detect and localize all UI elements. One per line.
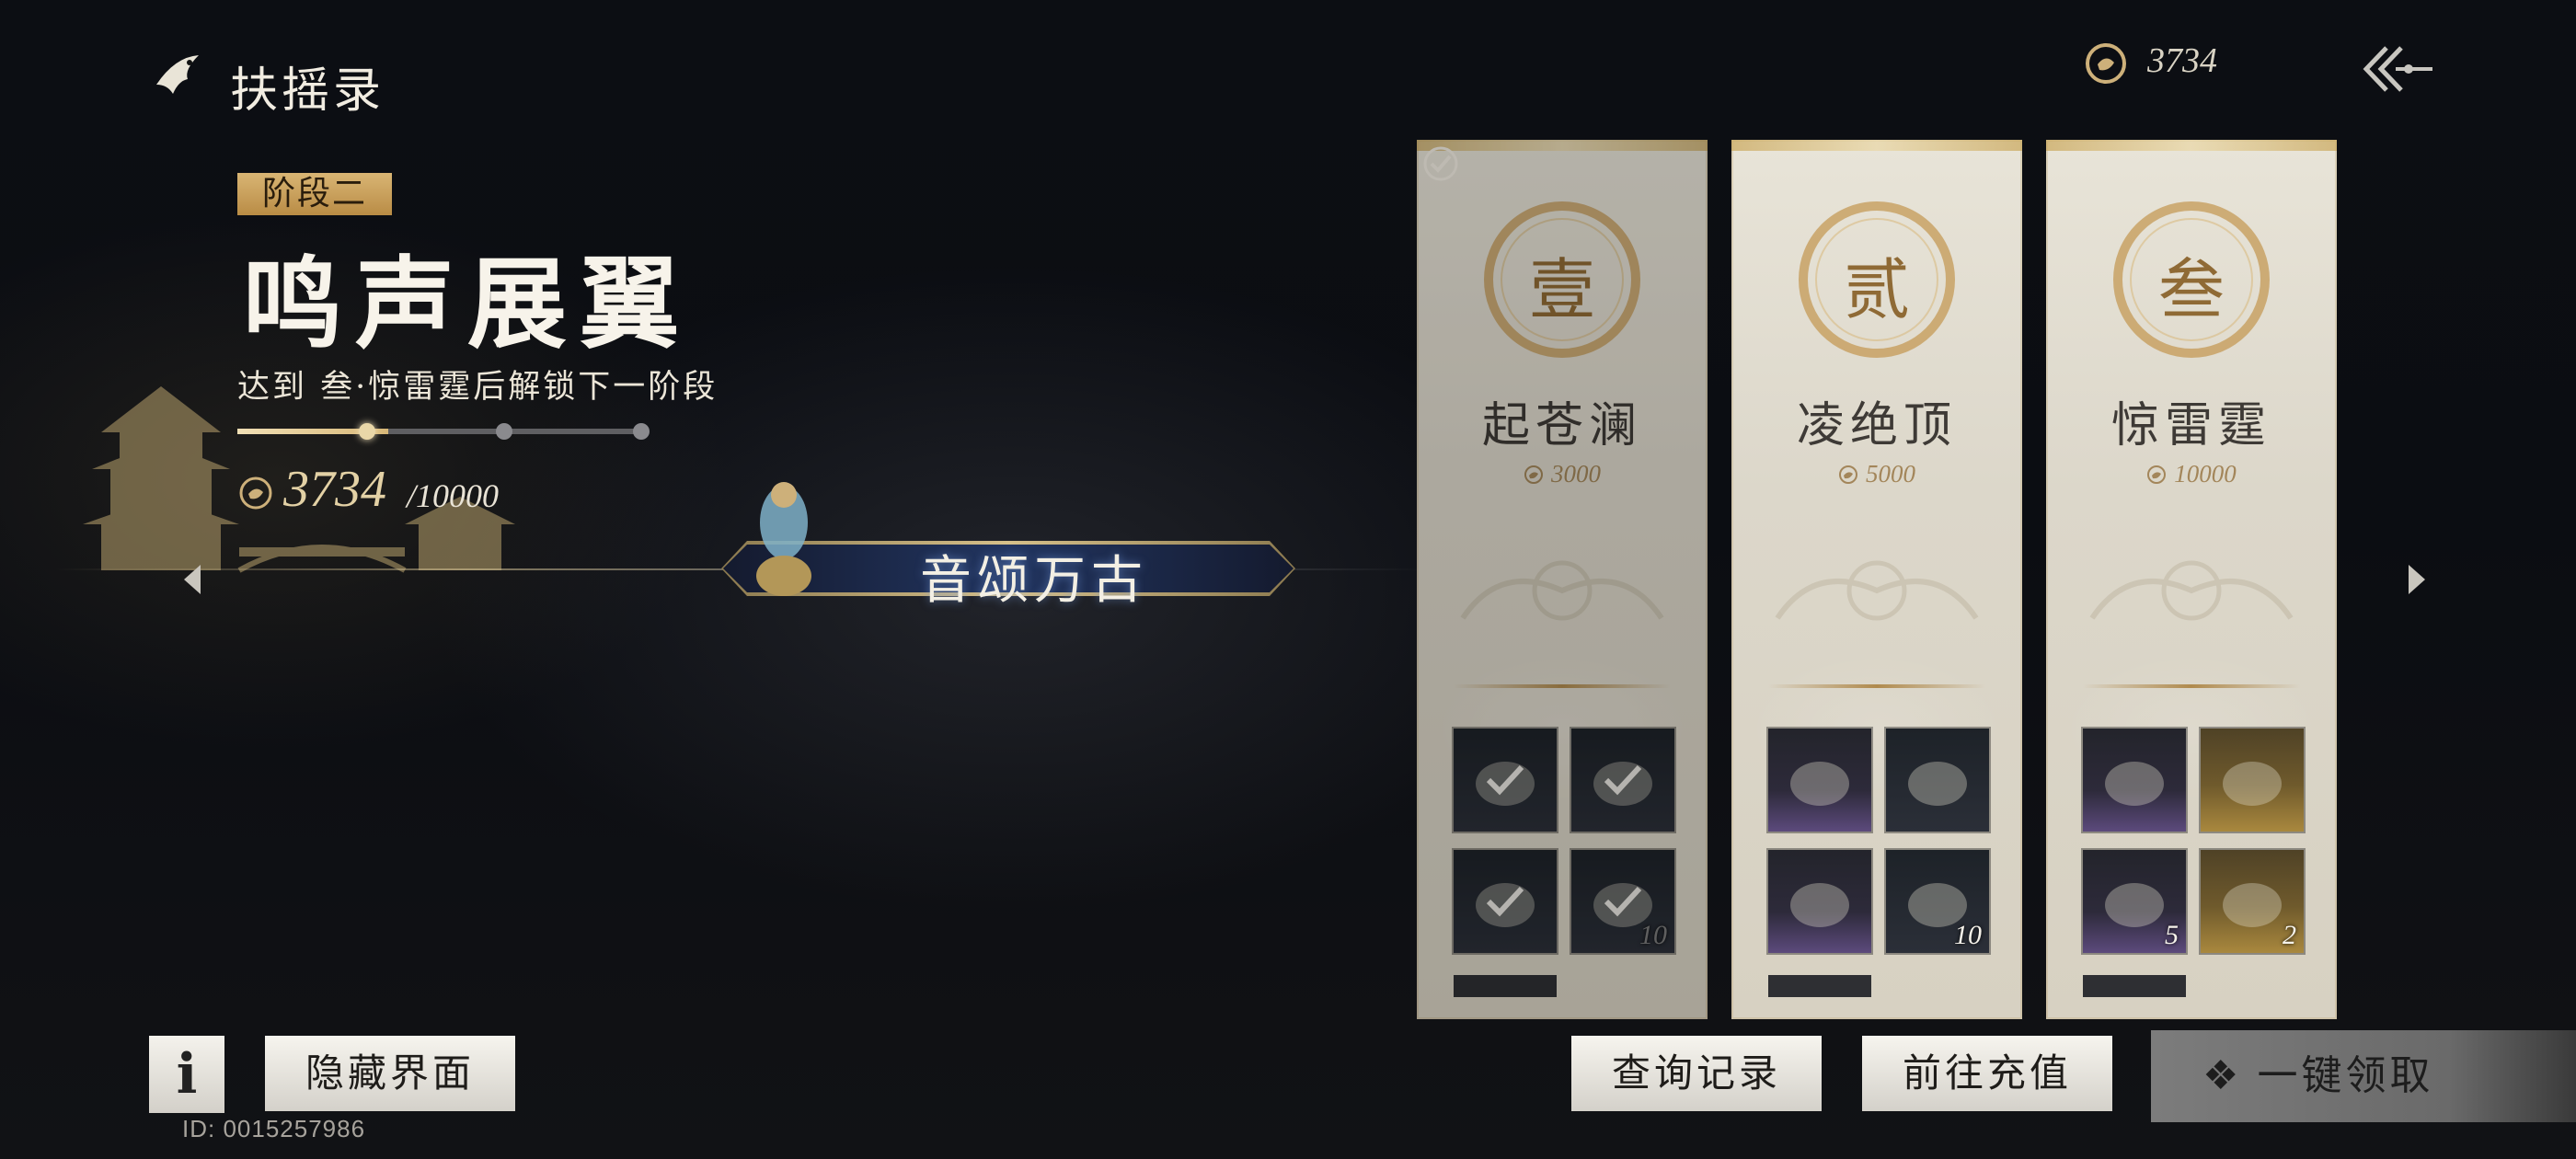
cloud-pattern-icon [1775,560,1979,621]
reward-item[interactable] [1768,850,1871,953]
card-numeral: 叁 [2157,251,2225,328]
robe-icon [1790,762,1849,806]
carousel-prev-arrow-icon[interactable] [184,565,201,594]
item-quantity: 2 [2283,920,2296,950]
reward-card-1[interactable]: 壹 起苍澜 3000 10 [1417,140,1708,1019]
featured-banner-title: 音颂万古 [920,551,1148,611]
query-records-button[interactable]: 查询记录 [1571,1036,1822,1111]
reward-item[interactable]: 2 [2201,850,2304,953]
bird-icon [156,55,199,94]
reward-item[interactable] [1454,850,1557,953]
coin-icon [2086,43,2126,84]
featured-item-figure-icon [756,482,811,596]
coin-icon [1839,465,1857,484]
reward-item[interactable]: 10 [1571,850,1674,953]
coin-icon [2147,465,2167,484]
card-cost: 5000 [1731,460,2022,488]
progress-node-3 [633,423,650,440]
points-current: 3734 [283,461,386,518]
reward-item[interactable]: 5 [2083,850,2186,953]
card-status-bar [1768,975,1871,997]
coin-icon [1524,465,1543,484]
card-numeral: 贰 [1843,251,1910,328]
info-label: i [176,1042,198,1107]
diamond-icon: ❖ [2202,1052,2243,1099]
reward-item[interactable] [2201,729,2304,832]
reward-item[interactable] [1768,729,1871,832]
stage-title: 鸣声展翼 [243,247,693,362]
back-arrow-icon[interactable] [2355,37,2434,101]
card-numeral: 壹 [1528,251,1595,328]
card-cost-value: 10000 [2174,460,2237,488]
reward-item[interactable]: 10 [1886,850,1989,953]
card-name: 凌绝顶 [1796,398,1957,453]
hide-ui-button[interactable]: 隐藏界面 [265,1036,515,1111]
go-topup-button[interactable]: 前往充值 [1862,1036,2112,1111]
card-trim [1417,140,1708,151]
stage-badge: 阶段二 [237,173,392,215]
card-cost-value: 5000 [1866,460,1915,488]
cloud-pattern-icon [2089,560,2294,621]
carousel-next-arrow-icon[interactable] [2409,565,2425,594]
card-name: 起苍澜 [1481,398,1642,453]
card-cost: 3000 [1417,460,1708,488]
claimed-check-icon [1423,146,1458,181]
coin-icon [239,476,272,510]
accessory-icon [1790,883,1849,927]
card-divider [1454,684,1671,688]
progress-node-1 [359,423,375,440]
card-cost: 10000 [2046,460,2337,488]
currency-balance: 3734 [2147,41,2217,80]
info-button[interactable]: i [149,1036,224,1113]
card-cost-value: 3000 [1551,460,1601,488]
claim-all-label: 一键领取 [2257,1052,2434,1099]
progress-node-2 [496,423,512,440]
reward-card-3[interactable]: 叁 惊雷霆 10000 5 2 [2046,140,2337,1019]
item-quantity: 5 [2165,920,2179,950]
scroll-icon [2223,762,2282,806]
card-name: 惊雷霆 [2110,398,2271,453]
reward-item[interactable] [1454,729,1557,832]
cloud-pattern-icon [1460,560,1664,621]
card-status-bar [1454,975,1557,997]
card-divider [2083,684,2300,688]
card-divider [1768,684,1985,688]
item-quantity: 10 [1639,920,1667,950]
claim-all-button[interactable]: ❖ 一键领取 [2151,1030,2576,1122]
check-icon [1486,764,1524,796]
stage-unlock-hint: 达到 叁·惊雷霆后解锁下一阶段 [237,369,719,406]
user-id: ID: 0015257986 [182,1115,366,1142]
reward-item[interactable] [1886,729,1989,832]
item-quantity: 10 [1954,920,1982,950]
points-total: /10000 [407,477,500,514]
page-title: 扶摇录 [230,63,385,119]
card-trim [1731,140,2022,151]
card-status-bar [2083,975,2186,997]
check-icon [1604,886,1642,917]
reward-card-2[interactable]: 贰 凌绝顶 5000 10 [1731,140,2022,1019]
check-icon [1604,764,1642,796]
pet-icon [2105,762,2164,806]
reward-item[interactable] [1571,729,1674,832]
card-trim [2046,140,2337,151]
card-icon [1908,762,1967,806]
reward-item[interactable] [2083,729,2186,832]
check-icon [1486,886,1524,917]
